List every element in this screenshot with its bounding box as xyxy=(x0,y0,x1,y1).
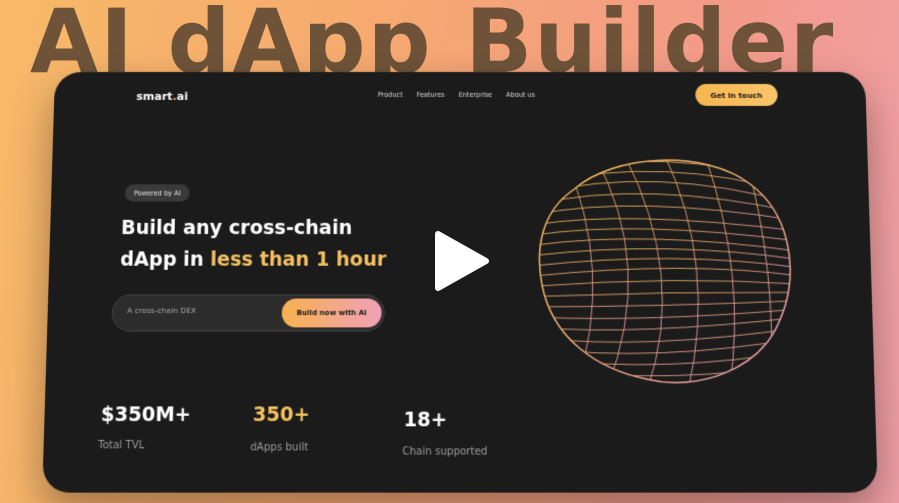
prompt-input[interactable] xyxy=(127,305,280,316)
headline-accent: less than 1 hour xyxy=(210,248,387,271)
logo-suffix: ai xyxy=(176,89,189,103)
play-icon[interactable] xyxy=(428,228,494,294)
nav-item-product[interactable]: Product xyxy=(378,91,403,99)
sphere-illustration xyxy=(533,154,803,390)
logo[interactable]: smart.ai xyxy=(136,90,188,103)
top-nav: Product Features Enterprise About us xyxy=(378,91,535,99)
headline-line-1: Build any cross-chain xyxy=(120,216,353,240)
stat-label-dapps: dApps built xyxy=(250,442,309,454)
get-in-touch-button[interactable]: Get in touch xyxy=(695,83,778,106)
powered-by-badge: Powered by AI xyxy=(124,184,190,202)
nav-item-enterprise[interactable]: Enterprise xyxy=(459,91,493,99)
hero-headline: Build any cross-chain dApp in less than … xyxy=(120,213,387,276)
prompt-bar: Build now with AI xyxy=(111,294,385,332)
stat-label-tvl: Total TVL xyxy=(97,439,145,452)
nav-item-features[interactable]: Features xyxy=(417,91,445,99)
headline-prefix: dApp in xyxy=(119,248,211,271)
nav-item-about-us[interactable]: About us xyxy=(506,91,535,99)
logo-text: smart xyxy=(136,89,173,103)
stat-value-tvl: $350M+ xyxy=(100,403,192,427)
stat-label-chains: Chain supported xyxy=(402,446,488,458)
headline-line-2: dApp in less than 1 hour xyxy=(120,244,386,276)
stat-value-chains: 18+ xyxy=(403,408,448,432)
stat-value-dapps: 350+ xyxy=(252,403,310,427)
build-now-button[interactable]: Build now with AI xyxy=(281,298,382,328)
